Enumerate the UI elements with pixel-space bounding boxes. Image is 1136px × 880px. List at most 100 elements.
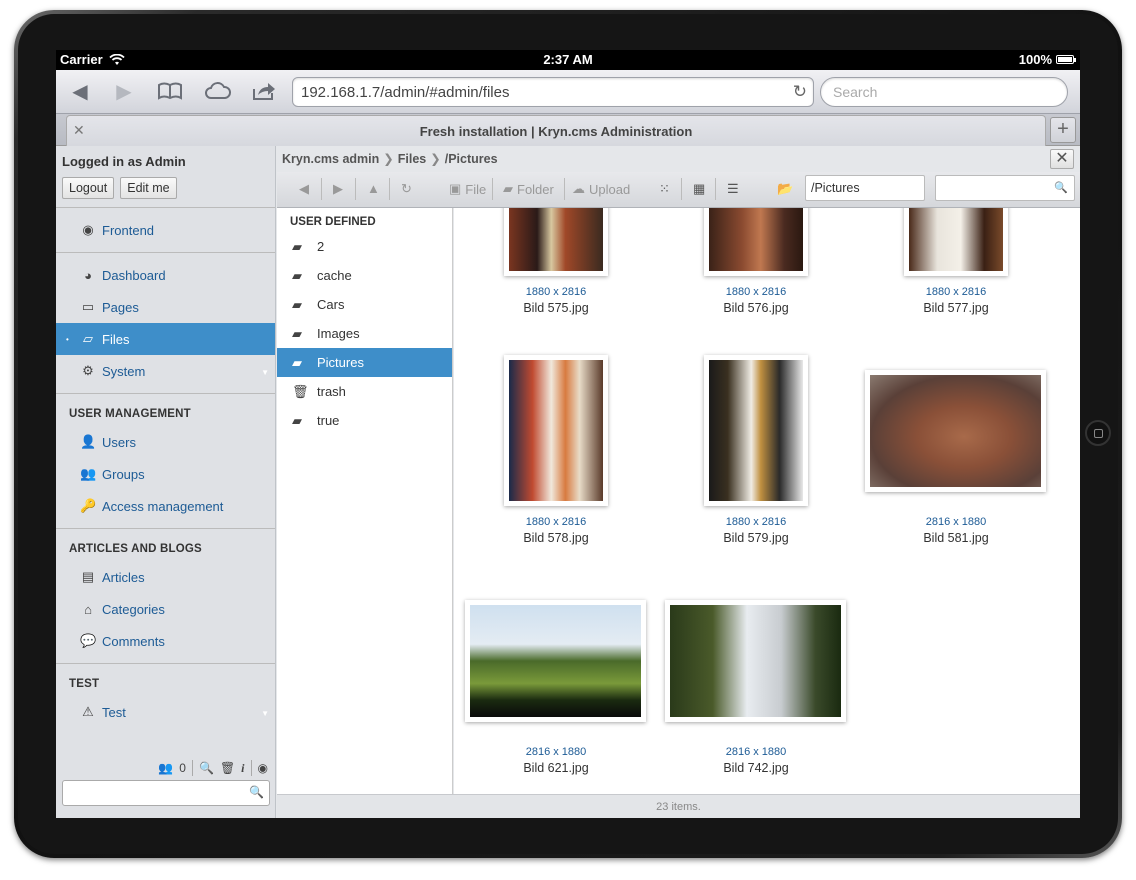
tree-item-label: Cars bbox=[317, 297, 345, 312]
file-name[interactable]: Bild 575.jpg bbox=[456, 301, 656, 315]
image-preview bbox=[670, 605, 841, 717]
back-icon[interactable]: ◀ bbox=[62, 78, 98, 104]
divider bbox=[321, 178, 322, 200]
sidebar: Logged in as Admin Logout Edit me ◉ Fron… bbox=[56, 146, 276, 818]
tree-item-label: trash bbox=[317, 384, 346, 399]
file-thumbnail[interactable] bbox=[465, 600, 646, 722]
cloud-icon[interactable] bbox=[200, 78, 236, 104]
file-name[interactable]: Bild 579.jpg bbox=[656, 531, 856, 545]
bookmarks-icon[interactable] bbox=[152, 78, 188, 104]
list-view-icon[interactable]: ☰ bbox=[727, 181, 739, 197]
breadcrumb-separator: ❯ bbox=[383, 152, 394, 166]
home-button[interactable] bbox=[1085, 420, 1111, 446]
sidebar-footer: 👥 0 🔍 🗑 i ◉ 🔍 bbox=[56, 760, 276, 818]
image-preview bbox=[509, 208, 603, 271]
sidebar-item-frontend[interactable]: ◉ Frontend bbox=[56, 214, 275, 246]
sidebar-item-dashboard[interactable]: ◕ Dashboard bbox=[56, 259, 275, 291]
tree-item[interactable]: ▰ Cars bbox=[277, 290, 452, 319]
browser-tab[interactable]: ✕ Fresh installation | Kryn.cms Administ… bbox=[66, 115, 1046, 146]
items-count: 23 items. bbox=[277, 794, 1080, 818]
new-tab-button[interactable]: + bbox=[1050, 117, 1076, 143]
breadcrumb-item[interactable]: Files bbox=[398, 152, 427, 166]
online-count: 0 bbox=[179, 761, 186, 775]
file-name[interactable]: Bild 577.jpg bbox=[856, 301, 1056, 315]
sidebar-item-label: System bbox=[102, 363, 146, 379]
new-folder-button[interactable]: ▰ Folder bbox=[503, 181, 554, 197]
tree-item[interactable]: ▰ Pictures bbox=[277, 348, 452, 377]
online-users-icon[interactable]: 👥 bbox=[158, 761, 173, 775]
url-text: 192.168.1.7/admin/#admin/files bbox=[301, 84, 510, 101]
image-preview bbox=[709, 208, 803, 271]
info-icon[interactable]: i bbox=[241, 761, 244, 776]
file-name[interactable]: Bild 742.jpg bbox=[656, 761, 856, 775]
grid-view-icon[interactable]: ⁙ bbox=[659, 181, 670, 197]
tree-item[interactable]: ▰ cache bbox=[277, 261, 452, 290]
image-view-icon[interactable]: ▦ bbox=[693, 181, 705, 197]
folder-icon: ▰ bbox=[292, 267, 302, 283]
edit-me-button[interactable]: Edit me bbox=[120, 177, 177, 199]
sidebar-item-files[interactable]: • ▱ Files bbox=[56, 323, 275, 355]
sidebar-item-comments[interactable]: 💬 Comments bbox=[56, 625, 275, 657]
tree-item[interactable]: ▰ true bbox=[277, 406, 452, 435]
nav-group-articles: ARTICLES AND BLOGS ▤ Articles ⌂ Categori… bbox=[56, 529, 275, 664]
up-icon[interactable]: ▲ bbox=[367, 181, 380, 196]
chevron-down-icon[interactable]: ▼ bbox=[261, 368, 269, 377]
browser-search-field[interactable]: Search bbox=[820, 77, 1068, 107]
address-bar[interactable]: 192.168.1.7/admin/#admin/files ↻ bbox=[292, 77, 814, 107]
sidebar-item-access[interactable]: 🔑 Access management bbox=[56, 490, 275, 522]
login-box: Logged in as Admin Logout Edit me bbox=[56, 146, 275, 208]
file-thumbnail[interactable] bbox=[504, 355, 608, 506]
divider bbox=[355, 178, 356, 200]
tree-item[interactable]: ▰ 2 bbox=[277, 232, 452, 261]
new-file-button[interactable]: ▣ File bbox=[449, 181, 486, 197]
close-window-button[interactable]: ✕ bbox=[1050, 149, 1074, 169]
sidebar-item-categories[interactable]: ⌂ Categories bbox=[56, 593, 275, 625]
reload-icon[interactable]: ↻ bbox=[793, 82, 807, 102]
file-name[interactable]: Bild 621.jpg bbox=[456, 761, 656, 775]
upload-button[interactable]: ☁ Upload bbox=[572, 181, 630, 197]
tree-item[interactable]: ▰ Images bbox=[277, 319, 452, 348]
share-icon[interactable] bbox=[246, 78, 282, 104]
file-thumbnail[interactable] bbox=[704, 355, 808, 506]
sidebar-item-system[interactable]: ⚙ System ▼ bbox=[56, 355, 275, 387]
sidebar-item-label: Comments bbox=[102, 633, 165, 649]
folder-icon: ▱ bbox=[83, 331, 93, 346]
path-field[interactable]: /Pictures bbox=[805, 175, 925, 201]
sidebar-item-label: Test bbox=[102, 704, 126, 720]
file-thumbnail[interactable] bbox=[865, 370, 1046, 492]
file-thumbnail[interactable] bbox=[904, 208, 1008, 276]
file-name[interactable]: Bild 576.jpg bbox=[656, 301, 856, 315]
trash-icon[interactable]: 🗑 bbox=[220, 761, 235, 775]
sidebar-item-groups[interactable]: 👥 Groups bbox=[56, 458, 275, 490]
open-folder-icon[interactable]: 📂 bbox=[777, 181, 793, 197]
search-icon[interactable]: 🔍 bbox=[199, 761, 214, 775]
tree-item[interactable]: 🗑 trash bbox=[277, 377, 452, 406]
sidebar-item-users[interactable]: 👤 Users bbox=[56, 426, 275, 458]
file-thumbnail[interactable] bbox=[665, 600, 846, 722]
divider bbox=[389, 178, 390, 200]
file-name[interactable]: Bild 578.jpg bbox=[456, 531, 656, 545]
forward-icon[interactable]: ▶ bbox=[106, 78, 142, 104]
sidebar-search-input[interactable]: 🔍 bbox=[62, 780, 270, 806]
chevron-down-icon[interactable]: ▼ bbox=[261, 709, 269, 718]
breadcrumb-item[interactable]: Kryn.cms admin bbox=[282, 152, 379, 166]
logout-button[interactable]: Logout bbox=[62, 177, 115, 199]
back-icon[interactable]: ◀ bbox=[299, 181, 309, 197]
key-icon: 🔑 bbox=[80, 498, 97, 513]
file-thumbnail[interactable] bbox=[504, 208, 608, 276]
file-dimensions: 1880 x 2816 bbox=[925, 286, 987, 298]
sidebar-item-articles[interactable]: ▤ Articles bbox=[56, 561, 275, 593]
file-thumbnail[interactable] bbox=[704, 208, 808, 276]
forward-icon[interactable]: ▶ bbox=[333, 181, 343, 197]
tree-item-label: cache bbox=[317, 268, 352, 283]
refresh-icon[interactable]: ↻ bbox=[401, 181, 412, 197]
eye-icon[interactable]: ◉ bbox=[258, 761, 268, 775]
tree-item-label: Pictures bbox=[317, 355, 364, 370]
files-search-input[interactable]: 🔍 bbox=[935, 175, 1075, 201]
sidebar-item-pages[interactable]: ▭ Pages bbox=[56, 291, 275, 323]
breadcrumb-item: /Pictures bbox=[444, 152, 498, 166]
sidebar-item-test[interactable]: ⚠ Test ▼ bbox=[56, 696, 275, 728]
file-dimensions: 1880 x 2816 bbox=[725, 286, 787, 298]
file-name[interactable]: Bild 581.jpg bbox=[856, 531, 1056, 545]
home-square-icon bbox=[1093, 428, 1103, 438]
